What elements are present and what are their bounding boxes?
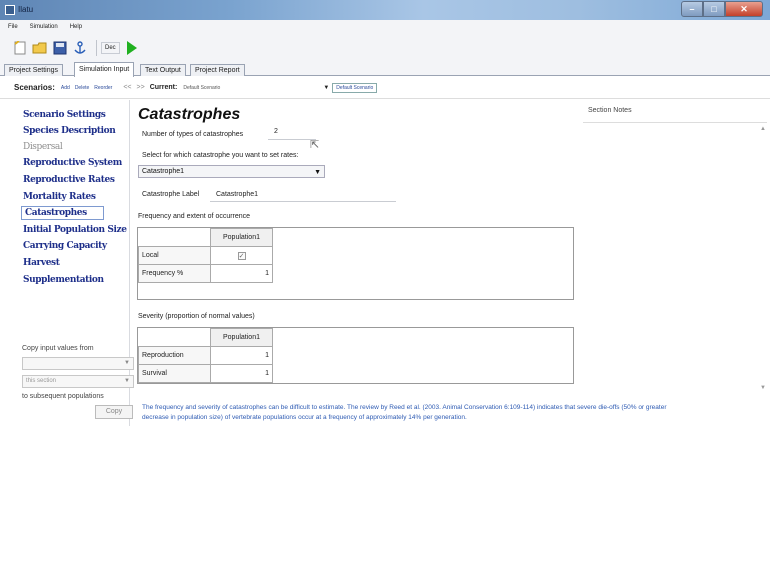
sidebar: Scenario Settings Species Description Di… — [14, 100, 134, 426]
tab-project-report[interactable]: Project Report — [190, 64, 245, 76]
copy-input-label: Copy input values from — [22, 345, 94, 352]
toolbar: Dec — [0, 34, 770, 62]
checkbox[interactable]: ✓ — [237, 251, 246, 260]
title-bar: Ilatu – □ ✕ — [0, 0, 770, 20]
catastrophe-label-input[interactable]: Catastrophe1 — [216, 191, 258, 198]
table-header-row: Population1 — [138, 228, 273, 247]
local-checkbox-cell[interactable]: ✓ — [210, 246, 273, 265]
catastrophe-label-underline — [210, 201, 396, 202]
window-controls: – □ ✕ — [681, 1, 763, 18]
chevron-down-icon: ▼ — [124, 378, 130, 384]
tab-project-settings[interactable]: Project Settings — [4, 64, 64, 76]
row-header: Survival — [138, 364, 211, 383]
sidebar-item-mortality-rates[interactable]: Mortality Rates — [23, 192, 96, 202]
num-types-label: Number of types of catastrophes — [142, 131, 244, 138]
copy-scope-value: this section — [26, 378, 57, 384]
mouse-pointer-icon: ⇱ — [310, 139, 320, 151]
row-header: Local — [138, 246, 211, 265]
severity-grid: Population1 Reproduction 1 Survival 1 — [137, 327, 574, 384]
menu-bar: File Simulation Help — [0, 20, 770, 34]
scenario-selector[interactable]: Default Scenario — [332, 82, 378, 93]
catastrophe-label-label: Catastrophe Label — [142, 191, 200, 198]
dec-button[interactable]: Dec — [101, 42, 120, 54]
num-types-underline — [268, 139, 316, 140]
new-icon[interactable] — [12, 40, 28, 56]
tab-strip: Project Settings Simulation Input Text O… — [0, 62, 770, 77]
frequency-table: Population1 Local ✓ Frequency % 1 — [138, 228, 273, 283]
tab-text-output[interactable]: Text Output — [140, 64, 186, 76]
app-icon — [5, 5, 15, 15]
reorder-scenario-link[interactable]: Reorder — [94, 85, 112, 91]
toolbar-separator — [96, 40, 97, 56]
scroll-down-icon[interactable]: ▼ — [760, 385, 766, 391]
scenario-bar: Scenarios: Add Delete Reorder << >> Curr… — [0, 77, 770, 99]
catastrophe-select-value: Catastrophe1 — [142, 168, 185, 175]
frequency-grid: Population1 Local ✓ Frequency % 1 — [137, 227, 574, 300]
sidebar-item-supplementation[interactable]: Supplementation — [23, 275, 104, 285]
next-scenario-button[interactable]: >> — [137, 84, 145, 91]
select-catastrophe-label: Select for which catastrophe you want to… — [142, 152, 299, 159]
sidebar-item-carrying-capacity[interactable]: Carrying Capacity — [23, 241, 107, 251]
column-header: Population1 — [210, 228, 273, 247]
sidebar-item-species-description[interactable]: Species Description — [23, 126, 116, 136]
menu-file[interactable]: File — [8, 24, 18, 30]
chevron-down-icon[interactable]: ▼ — [323, 85, 329, 91]
open-icon[interactable] — [32, 40, 48, 56]
reproduction-cell[interactable]: 1 — [210, 346, 273, 365]
run-icon[interactable] — [124, 40, 140, 56]
column-header: Population1 — [210, 328, 273, 347]
copy-target-label: to subsequent populations — [22, 393, 104, 400]
table-row: Reproduction 1 — [138, 346, 273, 365]
sidebar-item-harvest[interactable]: Harvest — [23, 258, 60, 268]
corner-cell — [138, 328, 211, 347]
severity-section-title: Severity (proportion of normal values) — [138, 313, 255, 320]
tab-simulation-input[interactable]: Simulation Input — [74, 62, 135, 77]
window-title: Ilatu — [18, 5, 34, 14]
frequency-section-title: Frequency and extent of occurrence — [138, 213, 251, 220]
num-types-input[interactable]: 2 — [274, 128, 278, 135]
copy-source-select[interactable]: ▼ — [22, 357, 134, 370]
delete-scenario-link[interactable]: Delete — [75, 85, 89, 91]
scroll-up-icon[interactable]: ▲ — [760, 126, 766, 132]
table-header-row: Population1 — [138, 328, 273, 347]
scenarios-label: Scenarios: — [14, 83, 55, 92]
help-note: The frequency and severity of catastroph… — [142, 404, 667, 421]
minimize-button[interactable]: – — [681, 1, 703, 17]
sidebar-item-reproductive-system[interactable]: Reproductive System — [23, 158, 122, 168]
anchor-icon[interactable] — [72, 40, 88, 56]
sidebar-item-initial-population-size[interactable]: Initial Population Size — [23, 225, 127, 235]
frequency-cell[interactable]: 1 — [210, 264, 273, 283]
chevron-down-icon: ▼ — [314, 169, 321, 176]
sidebar-item-dispersal[interactable]: Dispersal — [23, 142, 63, 152]
table-row: Local ✓ — [138, 246, 273, 265]
close-button[interactable]: ✕ — [725, 1, 763, 17]
table-row: Frequency % 1 — [138, 264, 273, 283]
sidebar-item-scenario-settings[interactable]: Scenario Settings — [23, 110, 106, 120]
add-scenario-link[interactable]: Add — [61, 85, 70, 91]
chevron-down-icon: ▼ — [124, 360, 130, 366]
copy-scope-select[interactable]: this section ▼ — [22, 375, 134, 388]
menu-help[interactable]: Help — [70, 24, 82, 30]
current-scenario-value: Default Scenario — [183, 84, 221, 91]
section-notes-divider — [583, 122, 767, 123]
survival-cell[interactable]: 1 — [210, 364, 273, 383]
catastrophe-select[interactable]: Catastrophe1 ▼ — [138, 165, 325, 178]
table-row: Survival 1 — [138, 364, 273, 383]
section-notes-title: Section Notes — [588, 107, 632, 114]
current-label: Current: — [149, 84, 178, 91]
corner-cell — [138, 228, 211, 247]
copy-button[interactable]: Copy — [95, 405, 133, 419]
menu-simulation[interactable]: Simulation — [30, 24, 58, 30]
save-icon[interactable] — [52, 40, 68, 56]
sidebar-item-reproductive-rates[interactable]: Reproductive Rates — [23, 175, 115, 185]
severity-table: Population1 Reproduction 1 Survival 1 — [138, 328, 273, 383]
maximize-button[interactable]: □ — [703, 1, 725, 17]
page-title: Catastrophes — [138, 106, 241, 123]
row-header: Frequency % — [138, 264, 211, 283]
row-header: Reproduction — [138, 346, 211, 365]
prev-scenario-button[interactable]: << — [123, 84, 131, 91]
sidebar-item-catastrophes[interactable]: Catastrophes — [21, 206, 104, 220]
